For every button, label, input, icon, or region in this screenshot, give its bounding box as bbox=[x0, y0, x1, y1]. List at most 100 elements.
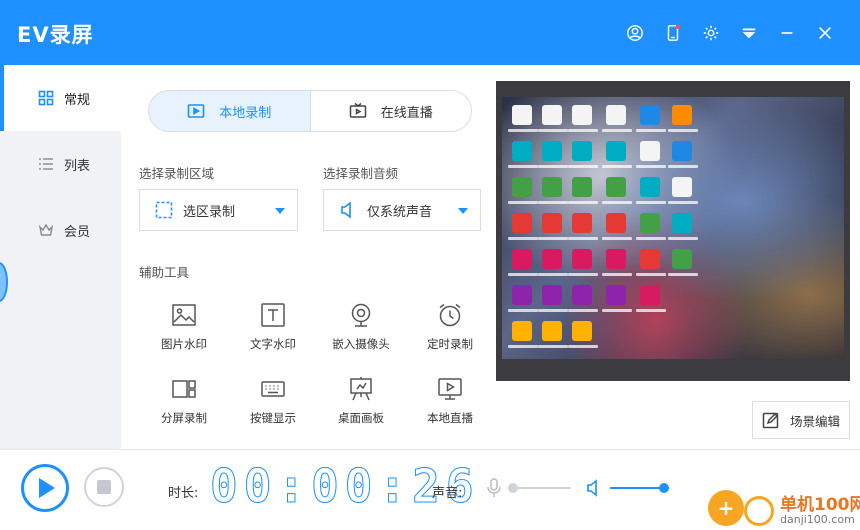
desktop-shortcut-icon bbox=[606, 285, 626, 305]
image-icon bbox=[172, 304, 196, 326]
tool-split-screen[interactable]: 分屏录制 bbox=[139, 376, 229, 436]
desktop-shortcut-label bbox=[602, 129, 632, 132]
tool-local-live[interactable]: 本地直播 bbox=[405, 376, 495, 436]
tab-label: 在线直播 bbox=[380, 105, 433, 121]
desktop-shortcut-label bbox=[668, 201, 698, 204]
desktop-shortcut-icon bbox=[512, 321, 532, 341]
tool-image-watermark[interactable]: 图片水印 bbox=[139, 302, 229, 362]
audio-dropdown[interactable]: 仅系统声音 bbox=[323, 189, 481, 231]
desktop-shortcut-icon bbox=[512, 177, 532, 197]
tool-text-watermark[interactable]: 文字水印 bbox=[228, 302, 318, 362]
close-icon[interactable] bbox=[806, 22, 844, 44]
desktop-shortcut-label bbox=[508, 309, 538, 312]
desktop-shortcut-icon bbox=[542, 213, 562, 233]
mic-volume-slider[interactable] bbox=[508, 483, 571, 493]
desktop-shortcut-icon bbox=[512, 105, 532, 125]
sound-label: 声音: bbox=[432, 486, 463, 501]
watermark-title: 单机100网 bbox=[780, 495, 860, 515]
start-record-button[interactable] bbox=[21, 464, 69, 512]
title-bar: EV录屏 bbox=[0, 0, 860, 65]
tool-desktop-board[interactable]: 桌面画板 bbox=[316, 376, 406, 436]
keyboard-icon bbox=[261, 381, 285, 397]
desktop-shortcut-label bbox=[602, 165, 632, 168]
screen-play-icon bbox=[438, 378, 462, 400]
speaker-volume-knob[interactable] bbox=[659, 483, 669, 493]
stop-icon bbox=[97, 480, 111, 494]
tools-section-label: 辅助工具 bbox=[139, 265, 190, 280]
speaker-icon bbox=[341, 201, 351, 219]
speaker-icon[interactable] bbox=[585, 479, 603, 497]
sidebar: 常规 列表 会员 bbox=[0, 65, 121, 449]
desktop-shortcut-icon bbox=[672, 249, 692, 269]
tool-timed-record[interactable]: 定时录制 bbox=[405, 302, 495, 362]
desktop-shortcut-icon bbox=[606, 105, 626, 125]
watermark-logo: + bbox=[708, 490, 744, 526]
desktop-shortcut-icon bbox=[640, 105, 660, 125]
desktop-shortcut-label bbox=[508, 237, 538, 240]
desktop-shortcut-label bbox=[568, 273, 598, 276]
record-local-icon bbox=[187, 104, 205, 118]
desktop-shortcut-icon bbox=[640, 177, 660, 197]
desktop-shortcut-icon bbox=[542, 249, 562, 269]
watermark-url: danji100.com bbox=[780, 513, 855, 526]
desktop-shortcut-label bbox=[636, 165, 666, 168]
mic-volume-knob[interactable] bbox=[508, 483, 518, 493]
desktop-shortcut-label bbox=[538, 201, 568, 204]
speaker-volume-slider[interactable] bbox=[610, 483, 669, 493]
area-dropdown-value: 选区录制 bbox=[183, 204, 236, 220]
collapse-icon[interactable] bbox=[730, 22, 768, 44]
area-dropdown[interactable]: 选区录制 bbox=[139, 189, 298, 231]
area-section-label: 选择录制区域 bbox=[139, 166, 215, 181]
mode-tabs: 本地录制 在线直播 bbox=[148, 90, 472, 132]
sidebar-item-label: 列表 bbox=[64, 158, 91, 174]
gear-icon[interactable] bbox=[692, 22, 730, 44]
desktop-shortcut-label bbox=[668, 237, 698, 240]
tool-webcam[interactable]: 嵌入摄像头 bbox=[316, 302, 406, 362]
desktop-shortcut-label bbox=[508, 273, 538, 276]
edit-icon bbox=[762, 412, 779, 429]
desktop-shortcut-icon bbox=[542, 285, 562, 305]
desktop-shortcut-label bbox=[668, 165, 698, 168]
desktop-shortcut-icon bbox=[640, 285, 660, 305]
tool-key-display[interactable]: 按键显示 bbox=[228, 376, 318, 436]
tab-local-record[interactable]: 本地录制 bbox=[149, 91, 310, 131]
user-icon[interactable] bbox=[616, 22, 654, 44]
chevron-down-icon bbox=[275, 208, 285, 214]
desktop-shortcut-icon bbox=[640, 141, 660, 161]
desktop-shortcut-label bbox=[538, 237, 568, 240]
desktop-shortcut-label bbox=[568, 309, 598, 312]
desktop-shortcut-label bbox=[602, 309, 632, 312]
scene-edit-button[interactable]: 场景编辑 bbox=[752, 401, 850, 439]
desktop-shortcut-icon bbox=[606, 141, 626, 161]
stop-record-button[interactable] bbox=[84, 467, 124, 507]
sidebar-item-general[interactable]: 常规 bbox=[0, 65, 121, 131]
desktop-shortcut-icon bbox=[542, 177, 562, 197]
desktop-shortcut-label bbox=[602, 201, 632, 204]
microphone-icon[interactable] bbox=[486, 478, 502, 498]
desktop-shortcut-label bbox=[636, 309, 666, 312]
desktop-shortcut-icon bbox=[672, 141, 692, 161]
phone-icon[interactable] bbox=[654, 22, 692, 44]
desktop-shortcut-icon bbox=[542, 141, 562, 161]
desktop-shortcut-label bbox=[636, 237, 666, 240]
desktop-shortcut-icon bbox=[672, 213, 692, 233]
desktop-shortcut-label bbox=[538, 273, 568, 276]
desktop-shortcut-label bbox=[568, 201, 598, 204]
desktop-shortcut-label bbox=[568, 345, 598, 348]
desktop-shortcut-icon bbox=[572, 213, 592, 233]
minimize-icon[interactable] bbox=[768, 22, 806, 44]
desktop-thumbnail bbox=[502, 97, 844, 359]
sidebar-item-member[interactable]: 会员 bbox=[0, 197, 121, 263]
tab-live-stream[interactable]: 在线直播 bbox=[309, 91, 472, 131]
desktop-shortcut-icon bbox=[640, 213, 660, 233]
sidebar-item-list[interactable]: 列表 bbox=[0, 131, 121, 197]
alarm-clock-icon bbox=[439, 303, 461, 327]
audio-section-label: 选择录制音频 bbox=[323, 166, 399, 181]
title-bar-controls bbox=[616, 22, 844, 44]
crown-icon bbox=[38, 223, 54, 236]
split-screen-icon bbox=[172, 380, 196, 398]
desktop-shortcut-icon bbox=[672, 105, 692, 125]
desktop-shortcut-label bbox=[538, 345, 568, 348]
audio-dropdown-value: 仅系统声音 bbox=[367, 204, 433, 220]
duration-label: 时长: bbox=[168, 486, 199, 501]
